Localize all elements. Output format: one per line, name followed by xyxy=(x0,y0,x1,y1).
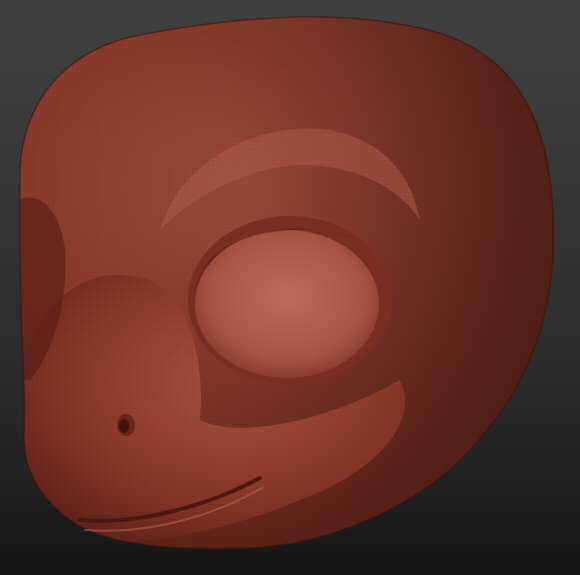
3d-viewport[interactable] xyxy=(0,0,580,575)
sculpt-model-view[interactable] xyxy=(0,0,580,575)
nostril xyxy=(117,414,135,436)
right-eye-socket xyxy=(188,216,392,384)
